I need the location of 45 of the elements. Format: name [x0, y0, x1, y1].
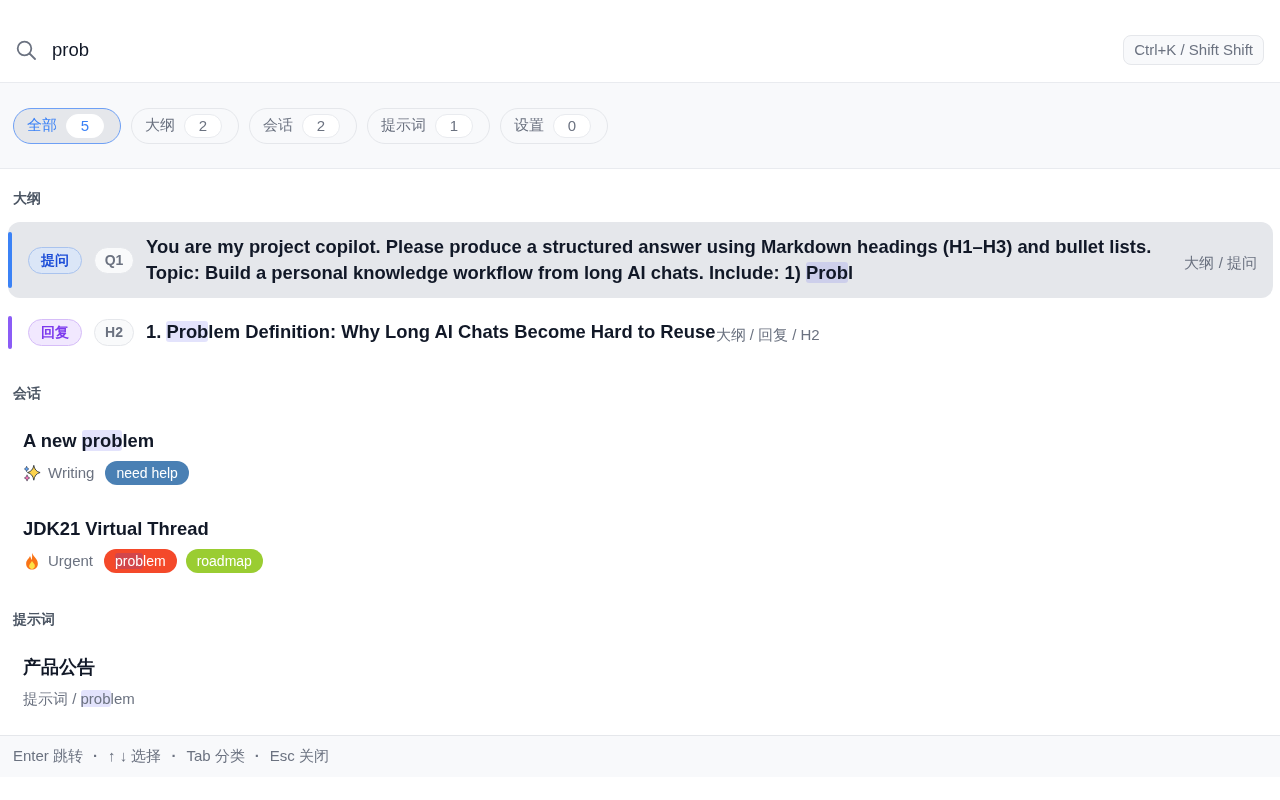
result-path: 提示词 / problem — [23, 688, 136, 709]
accent-stripe — [8, 316, 12, 349]
accent-stripe — [8, 232, 12, 288]
tag-label: need help — [105, 460, 189, 485]
shortcut-hint: Esc 关闭 — [269, 746, 329, 767]
shortcut-hint: Tab 分类 — [186, 746, 245, 767]
tag-label: problem — [104, 548, 177, 573]
filter-chip[interactable]: 全部 5 — [13, 107, 121, 144]
outline-result-row[interactable] — [8, 222, 1273, 298]
shortcut-hint: Ctrl+K / Shift Shift — [1123, 35, 1264, 65]
role-tag: 回复 — [28, 318, 82, 346]
role-tag: 提问 — [28, 246, 82, 274]
hint-separator: · — [93, 746, 99, 767]
result-path: 大纲 / 回复 / H2 — [715, 325, 820, 345]
search-field[interactable]: prob — [52, 36, 1124, 64]
flame-icon — [23, 551, 41, 570]
result-count: 1 — [435, 113, 473, 138]
outline-result-row[interactable]: 回复 H2 1. Problem Definition: Why Long AI Chats Become Hard to Reuse大纲 / 回复 / H2 — [8, 306, 1273, 359]
result-count: 2 — [184, 113, 222, 138]
hint-separator: · — [254, 746, 260, 767]
shortcut-hint: ↑ ↓ 选择 — [108, 746, 162, 767]
prompt-result-row[interactable]: 产品公告 提示词 / problem — [8, 642, 1273, 723]
shortcut-hint: Enter 跳转 — [13, 746, 84, 767]
tag-label: roadmap — [185, 548, 263, 573]
result-title: 1. Problem Definition: Why Long AI Chats Become Hard to Reuse — [146, 320, 716, 345]
section-heading: 会话 — [13, 383, 42, 402]
category-label: Writing — [48, 462, 95, 483]
result-title: You are my project copilot. Please produce a structured answer using Markdown headings (H1–H3) and bullet lists. Topic: Build a personal knowledge workflow from long AI chats. Include: 1) Probl — [146, 235, 1153, 285]
level-tag: H2 — [94, 318, 134, 346]
result-title: JDK21 Virtual Thread — [23, 516, 210, 541]
conversation-result-row[interactable]: A new problem Writing need help — [8, 416, 1273, 497]
hint-separator: · — [171, 746, 177, 767]
result-count: 5 — [66, 113, 104, 138]
level-tag: Q1 — [94, 246, 134, 274]
section-heading: 提示词 — [13, 609, 56, 628]
result-count: 2 — [302, 113, 340, 138]
result-count: 0 — [553, 113, 591, 138]
section-heading: 大纲 — [13, 189, 42, 207]
search-icon — [16, 40, 36, 60]
result-title: A new problem — [23, 428, 156, 453]
sparkles-icon — [23, 463, 41, 482]
conversation-result-row[interactable]: JDK21 Virtual Thread Urgent problem roadmap — [8, 504, 1273, 585]
result-path: 大纲 / 提问 — [1184, 252, 1257, 273]
category-label: Urgent — [48, 550, 94, 571]
result-title: 产品公告 — [23, 654, 96, 679]
